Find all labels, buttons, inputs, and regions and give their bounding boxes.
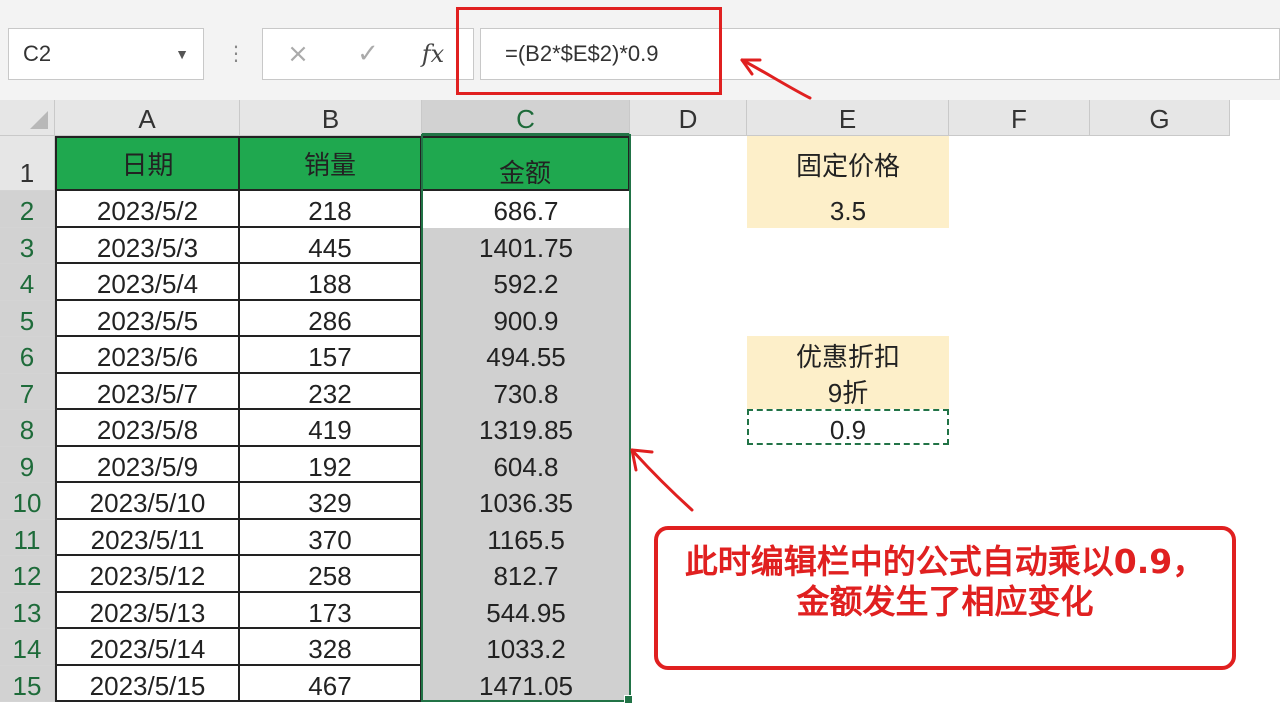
insert-function-icon[interactable]: fx: [413, 29, 453, 79]
cell-qty[interactable]: 218: [240, 191, 422, 228]
name-box[interactable]: C2 ▼: [8, 28, 204, 80]
cell-qty[interactable]: 329: [240, 483, 422, 520]
row-header-15[interactable]: 15: [0, 666, 55, 702]
row-header-13[interactable]: 13: [0, 593, 55, 629]
cell-qty[interactable]: 370: [240, 520, 422, 556]
row-header-9[interactable]: 9: [0, 447, 55, 483]
cell-qty[interactable]: 467: [240, 666, 422, 702]
cell-qty[interactable]: 188: [240, 264, 422, 301]
cell-qty[interactable]: 232: [240, 374, 422, 410]
row-header-11[interactable]: 11: [0, 520, 55, 556]
cell-date[interactable]: 2023/5/15: [55, 666, 240, 702]
cell-qty[interactable]: 419: [240, 410, 422, 447]
row-header-5[interactable]: 5: [0, 301, 55, 337]
name-box-value: C2: [23, 41, 52, 66]
select-all-corner[interactable]: [0, 100, 55, 136]
cell-date[interactable]: 2023/5/9: [55, 447, 240, 483]
selection-border: [421, 134, 631, 702]
annotation-text: 此时编辑栏中的公式自动乘以0.9，金额发生了相应变化: [684, 542, 1206, 621]
cell-date[interactable]: 2023/5/4: [55, 264, 240, 301]
header-date[interactable]: 日期: [55, 136, 240, 191]
cell-date[interactable]: 2023/5/2: [55, 191, 240, 228]
cell-date[interactable]: 2023/5/10: [55, 483, 240, 520]
cell-date[interactable]: 2023/5/8: [55, 410, 240, 447]
enter-icon[interactable]: ✓: [351, 29, 385, 79]
row-header-6[interactable]: 6: [0, 337, 55, 374]
cancel-icon[interactable]: ×: [281, 29, 315, 79]
price-label[interactable]: 固定价格: [747, 136, 949, 191]
row-header-2[interactable]: 2: [0, 191, 55, 228]
column-header-d[interactable]: D: [630, 100, 747, 136]
copy-marquee: [747, 409, 949, 445]
discount-label[interactable]: 优惠折扣: [747, 336, 949, 373]
cell-date[interactable]: 2023/5/12: [55, 556, 240, 593]
cell-date[interactable]: 2023/5/7: [55, 374, 240, 410]
row-header-7[interactable]: 7: [0, 374, 55, 410]
formula-highlight-box: [456, 7, 722, 95]
cell-date[interactable]: 2023/5/6: [55, 337, 240, 374]
price-value[interactable]: 3.5: [747, 191, 949, 228]
column-header-a[interactable]: A: [55, 100, 240, 136]
fill-handle[interactable]: [624, 695, 633, 704]
column-header-f[interactable]: F: [949, 100, 1090, 136]
cell-qty[interactable]: 192: [240, 447, 422, 483]
row-header-3[interactable]: 3: [0, 228, 55, 264]
cell-qty[interactable]: 157: [240, 337, 422, 374]
arrow-to-column: [630, 448, 694, 512]
cell-qty[interactable]: 328: [240, 629, 422, 666]
cell-qty[interactable]: 173: [240, 593, 422, 629]
row-header-1[interactable]: 1: [0, 136, 55, 191]
row-header-8[interactable]: 8: [0, 410, 55, 447]
column-header-g[interactable]: G: [1090, 100, 1230, 136]
column-header-c[interactable]: C: [422, 100, 630, 136]
column-header-e[interactable]: E: [747, 100, 949, 136]
cell-qty[interactable]: 286: [240, 301, 422, 337]
row-header-4[interactable]: 4: [0, 264, 55, 301]
row-header-10[interactable]: 10: [0, 483, 55, 520]
formula-buttons: × ✓ fx: [262, 28, 474, 80]
cell-qty[interactable]: 445: [240, 228, 422, 264]
annotation-callout: 此时编辑栏中的公式自动乘以0.9，金额发生了相应变化: [654, 526, 1236, 670]
cell-date[interactable]: 2023/5/13: [55, 593, 240, 629]
cell-qty[interactable]: 258: [240, 556, 422, 593]
cell-date[interactable]: 2023/5/11: [55, 520, 240, 556]
cell-date[interactable]: 2023/5/3: [55, 228, 240, 264]
row-header-14[interactable]: 14: [0, 629, 55, 666]
row-header-12[interactable]: 12: [0, 556, 55, 593]
chevron-down-icon[interactable]: ▼: [175, 29, 189, 79]
cell-date[interactable]: 2023/5/14: [55, 629, 240, 666]
cell-date[interactable]: 2023/5/5: [55, 301, 240, 337]
discount-text[interactable]: 9折: [747, 373, 949, 409]
drag-handle-icon[interactable]: ⋮: [226, 38, 246, 68]
header-qty[interactable]: 销量: [240, 136, 422, 191]
column-header-b[interactable]: B: [240, 100, 422, 136]
